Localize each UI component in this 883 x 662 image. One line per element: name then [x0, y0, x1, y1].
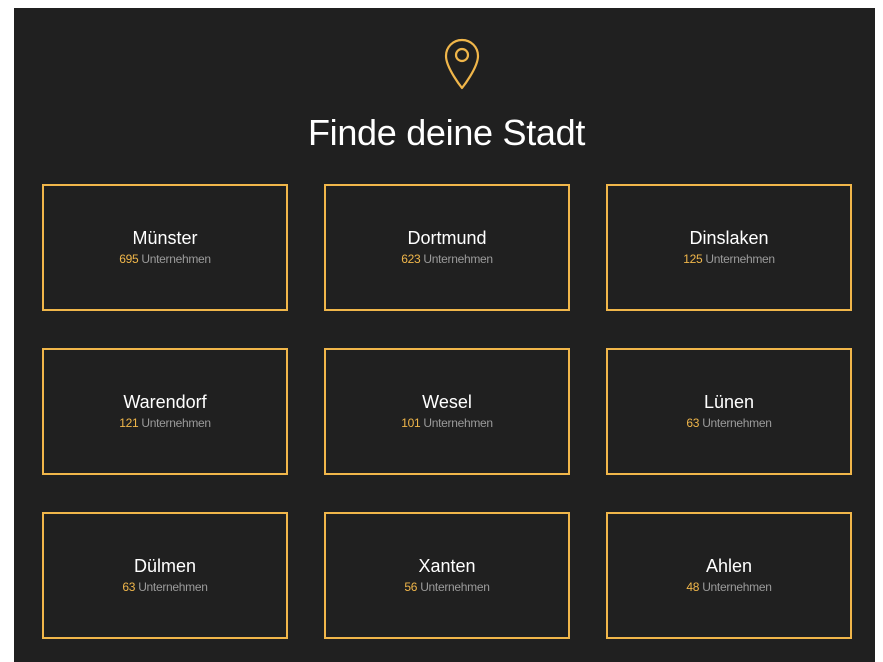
company-count-number: 121 [119, 416, 139, 430]
city-card-xanten[interactable]: Xanten 56 Unternehmen [324, 512, 570, 639]
city-name: Dülmen [133, 556, 197, 576]
company-count: 63 Unternehmen [122, 580, 208, 594]
company-count-number: 623 [401, 252, 421, 266]
company-count-label: Unternehmen [423, 416, 493, 430]
company-count-label: Unternehmen [702, 416, 772, 430]
city-card-ahlen[interactable]: Ahlen 48 Unternehmen [606, 512, 852, 639]
city-name: Dinslaken [689, 228, 769, 248]
company-count: 56 Unternehmen [404, 580, 490, 594]
city-name: Ahlen [705, 556, 753, 576]
company-count: 101 Unternehmen [401, 416, 493, 430]
city-card-dortmund[interactable]: Dortmund 623 Unternehmen [324, 184, 570, 311]
company-count-number: 63 [122, 580, 136, 594]
city-card-luenen[interactable]: Lünen 63 Unternehmen [606, 348, 852, 475]
company-count: 623 Unternehmen [401, 252, 493, 266]
company-count: 63 Unternehmen [686, 416, 772, 430]
company-count: 121 Unternehmen [119, 416, 211, 430]
company-count-label: Unternehmen [705, 252, 775, 266]
company-count-label: Unternehmen [138, 580, 208, 594]
map-pin-icon [444, 38, 480, 90]
city-grid: Münster 695 Unternehmen Dortmund 623 Unt… [42, 184, 852, 639]
company-count-label: Unternehmen [420, 580, 490, 594]
company-count-number: 695 [119, 252, 139, 266]
company-count-number: 63 [686, 416, 700, 430]
company-count-label: Unternehmen [141, 252, 211, 266]
company-count: 48 Unternehmen [686, 580, 772, 594]
city-name: Xanten [418, 556, 476, 576]
company-count-label: Unternehmen [423, 252, 493, 266]
company-count-number: 56 [404, 580, 418, 594]
city-card-dinslaken[interactable]: Dinslaken 125 Unternehmen [606, 184, 852, 311]
city-name: Wesel [422, 392, 472, 412]
city-card-wesel[interactable]: Wesel 101 Unternehmen [324, 348, 570, 475]
city-name: Münster [132, 228, 198, 248]
company-count-label: Unternehmen [141, 416, 211, 430]
city-name: Warendorf [123, 392, 207, 412]
company-count: 125 Unternehmen [683, 252, 775, 266]
city-name: Lünen [703, 392, 755, 412]
city-card-warendorf[interactable]: Warendorf 121 Unternehmen [42, 348, 288, 475]
city-name: Dortmund [407, 228, 487, 248]
company-count: 695 Unternehmen [119, 252, 211, 266]
city-card-duelmen[interactable]: Dülmen 63 Unternehmen [42, 512, 288, 639]
city-card-muenster[interactable]: Münster 695 Unternehmen [42, 184, 288, 311]
page-title: Finde deine Stadt [307, 112, 586, 153]
company-count-number: 101 [401, 416, 421, 430]
company-count-label: Unternehmen [702, 580, 772, 594]
company-count-number: 125 [683, 252, 703, 266]
company-count-number: 48 [686, 580, 700, 594]
